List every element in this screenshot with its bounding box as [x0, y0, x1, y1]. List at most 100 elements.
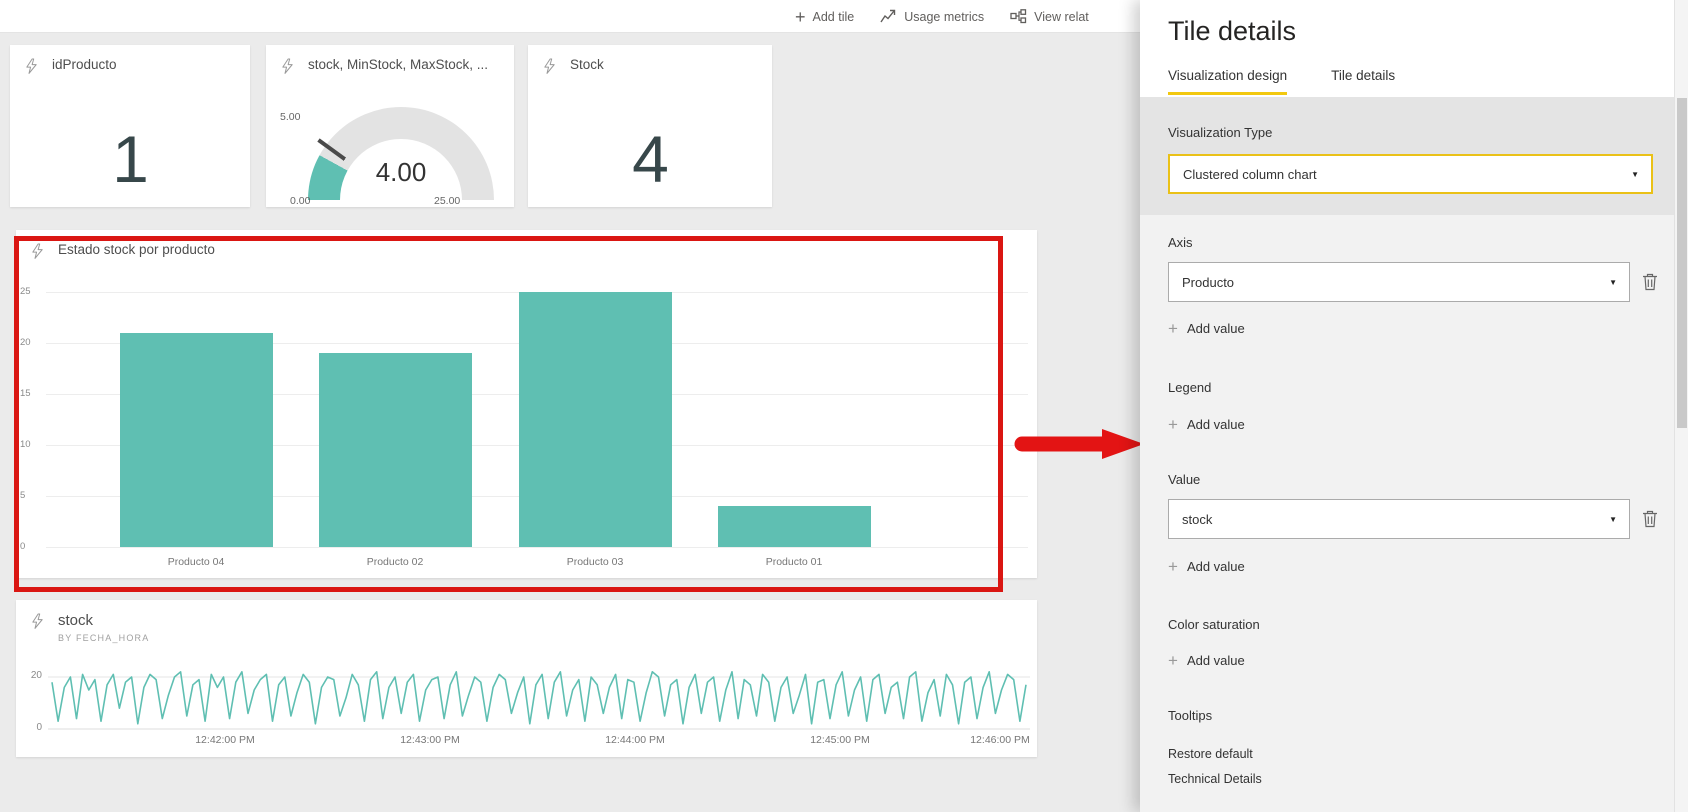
chevron-down-icon: ▼ [1631, 169, 1639, 179]
color-saturation-label: Color saturation [1168, 617, 1260, 632]
panel-tabs: Visualization design Tile details [1168, 68, 1395, 95]
visualization-type-dropdown[interactable]: Clustered column chart ▼ [1168, 154, 1653, 194]
gauge-min-label: 0.00 [290, 195, 311, 207]
tile-subtitle: BY FECHA_HORA [58, 633, 150, 643]
tile-bar-chart[interactable]: Estado stock por producto 25 20 15 10 5 0 Prod… [16, 230, 1037, 578]
value-value: stock [1182, 511, 1213, 527]
red-arrow [1014, 429, 1144, 459]
gridline [46, 547, 1028, 548]
y-axis-tick-label: 25 [20, 286, 31, 297]
axis-value: Producto [1182, 274, 1235, 290]
tile-title-row: idProducto [24, 57, 117, 80]
x-axis-category-label: Producto 03 [566, 556, 624, 568]
top-toolbar: + Add tile Usage metrics View relat [0, 0, 1140, 33]
chevron-down-icon: ▼ [1609, 514, 1617, 524]
card-value: 1 [112, 122, 149, 196]
add-value-label: Add value [1186, 559, 1245, 574]
add-tile-button[interactable]: + Add tile [795, 8, 854, 26]
view-related-label: View relat [1034, 9, 1089, 24]
tile-idproducto-card[interactable]: idProducto 1 [10, 45, 250, 207]
line-series-stock [51, 670, 1027, 725]
tile-title-row: Estado stock por producto [30, 242, 215, 265]
tile-title: stock [58, 612, 94, 629]
bar-producto-02[interactable] [318, 353, 472, 547]
bar-producto-01[interactable] [717, 506, 871, 547]
tile-title-row: Stock [542, 57, 604, 80]
chevron-down-icon: ▼ [1609, 277, 1617, 287]
lightning-bolt-icon [30, 243, 45, 265]
usage-metrics-label: Usage metrics [904, 9, 985, 24]
lightning-bolt-icon [24, 58, 39, 80]
tab-tile-details[interactable]: Tile details [1331, 68, 1395, 95]
view-related-icon [1010, 9, 1027, 24]
axis-dropdown[interactable]: Producto ▼ [1168, 262, 1630, 302]
tile-title: Estado stock por producto [58, 242, 215, 257]
line-chart-svg [48, 670, 1030, 730]
x-axis-category-label: Producto 04 [167, 556, 225, 568]
card-value: 4 [632, 122, 669, 196]
technical-details-link[interactable]: Technical Details [1168, 772, 1262, 786]
line-chart-plot [48, 655, 1030, 742]
axis-label: Axis [1168, 235, 1193, 250]
visualization-type-value: Clustered column chart [1183, 166, 1317, 182]
plus-icon: + [1168, 651, 1178, 670]
legend-add-value-button[interactable]: + Add value [1168, 416, 1245, 433]
tile-title-row: stock, MinStock, MaxStock, ... [280, 57, 488, 80]
gauge-target-label: 5.00 [280, 111, 301, 123]
x-axis-time-label: 12:44:00 PM [605, 734, 665, 746]
tile-title-row: stock BY FECHA_HORA [30, 612, 149, 643]
tooltips-label: Tooltips [1168, 708, 1213, 723]
axis-delete-button[interactable] [1642, 272, 1662, 294]
color-saturation-add-value-button[interactable]: + Add value [1168, 652, 1245, 669]
tile-title: stock, MinStock, MaxStock, ... [308, 57, 489, 72]
tile-stock-gauge[interactable]: stock, MinStock, MaxStock, ... 5.00 4.00… [266, 45, 514, 207]
plus-icon: + [795, 6, 806, 27]
panel-title: Tile details [1168, 16, 1297, 46]
gauge-max-label: 25.00 [434, 195, 461, 207]
value-add-value-button[interactable]: + Add value [1168, 558, 1245, 575]
lightning-bolt-icon [542, 58, 557, 80]
add-tile-label: Add tile [812, 9, 855, 24]
y-axis-tick-label: 20 [20, 337, 31, 348]
plus-icon: + [1168, 319, 1178, 338]
bar-producto-04[interactable] [119, 332, 273, 547]
add-value-label: Add value [1186, 653, 1245, 668]
x-axis-category-label: Producto 02 [366, 556, 424, 568]
visualization-type-section: Visualization Type Clustered column char… [1140, 97, 1676, 215]
axis-add-value-button[interactable]: + Add value [1168, 320, 1245, 337]
line-ytick-0: 0 [36, 722, 42, 733]
tab-visualization-design[interactable]: Visualization design [1168, 68, 1288, 95]
plus-icon: + [1168, 557, 1178, 576]
bar-producto-03[interactable] [518, 292, 672, 547]
x-axis-time-label: 12:42:00 PM [195, 734, 255, 746]
visualization-type-label: Visualization Type [1168, 125, 1273, 140]
lightning-bolt-icon [30, 613, 45, 635]
scrollbar-thumb[interactable] [1677, 98, 1687, 428]
usage-metrics-button[interactable]: Usage metrics [880, 9, 984, 24]
y-axis-tick-label: 0 [20, 541, 26, 552]
value-delete-button[interactable] [1642, 509, 1662, 531]
x-axis-time-label: 12:45:00 PM [810, 734, 870, 746]
usage-metrics-icon [880, 9, 897, 24]
gauge-value: 4.00 [375, 157, 427, 187]
restore-default-link[interactable]: Restore default [1168, 747, 1253, 761]
tile-title: Stock [570, 57, 604, 72]
legend-label: Legend [1168, 380, 1212, 395]
x-axis-time-label: 12:46:00 PM [970, 734, 1030, 746]
tile-title: idProducto [52, 57, 117, 72]
tile-stock-card[interactable]: Stock 4 [528, 45, 772, 207]
lightning-bolt-icon [280, 58, 295, 80]
value-dropdown[interactable]: stock ▼ [1168, 499, 1630, 539]
add-value-label: Add value [1186, 417, 1245, 432]
tile-line-chart[interactable]: stock BY FECHA_HORA 20 0 12:42:00 PM 12:4… [16, 600, 1037, 757]
add-value-label: Add value [1186, 321, 1245, 336]
y-axis-tick-label: 10 [20, 439, 31, 450]
vertical-scrollbar[interactable] [1674, 0, 1688, 812]
view-related-button[interactable]: View relat [1010, 9, 1089, 24]
x-axis-time-label: 12:43:00 PM [400, 734, 460, 746]
x-axis-category-label: Producto 01 [765, 556, 823, 568]
y-axis-tick-label: 5 [20, 490, 26, 501]
y-axis-tick-label: 15 [20, 388, 31, 399]
power-bi-dashboard-screen: + Add tile Usage metrics View relat idPr… [0, 0, 1688, 812]
panel-header: Tile details Visualization design Tile d… [1140, 0, 1688, 97]
